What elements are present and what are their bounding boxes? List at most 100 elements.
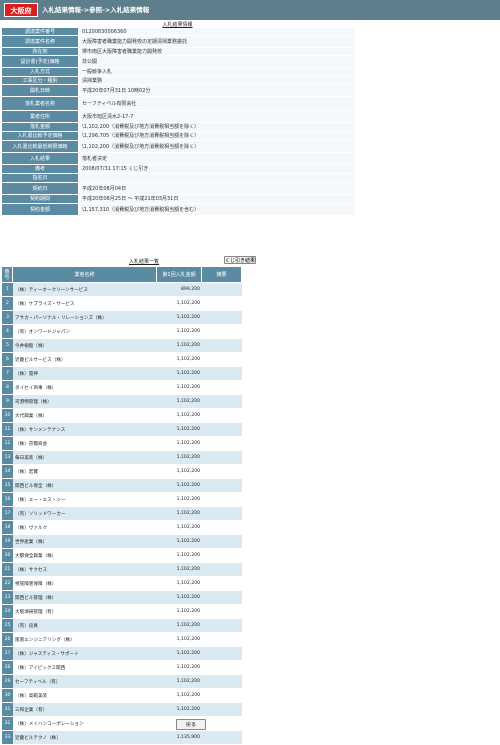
info-label: 入札結果: [2, 153, 78, 164]
bid-amount: 899,200: [157, 283, 202, 296]
row-number: 31: [2, 703, 13, 716]
table-row: 27 （株）ジャスティス・サポート 1,102,200: [2, 647, 242, 660]
info-label: 工事区分・種別: [2, 77, 78, 84]
bid-amount: 1,102,200: [157, 297, 202, 310]
row-number: 11: [2, 423, 13, 436]
info-value: セーフティベル有限会社: [79, 97, 355, 110]
table-row: 3 アサカ・パーソナル・リレーションズ（株） 1,102,200: [2, 311, 242, 324]
table-row: 9 司港物管理（株） 1,102,200: [2, 395, 242, 408]
bid-amount: 1,102,200: [157, 339, 202, 352]
table-row: 22 視覚障害保障（株） 1,102,200: [2, 577, 242, 590]
row-number: 12: [2, 437, 13, 450]
company-name: （株）雲神: [13, 367, 157, 380]
table-row: 28 （株）アイピックス関西 1,102,200: [2, 661, 242, 674]
row-number: 5: [2, 339, 13, 352]
table-row: 21 （株）サクセス 1,102,200: [2, 563, 242, 576]
row-number: 17: [2, 507, 13, 520]
table-row: 5 今井樹脂（株） 1,102,200: [2, 339, 242, 352]
info-label: 所在地: [2, 48, 78, 55]
remarks: [202, 661, 242, 674]
bid-amount: 1,102,200: [157, 437, 202, 450]
info-value: 一般競争入札: [79, 68, 355, 76]
row-number: 28: [2, 661, 13, 674]
company-name: （株）京都商会: [13, 437, 157, 450]
info-label: 備考: [2, 165, 78, 173]
remarks: [202, 339, 242, 352]
info-row: 契約期間 平成20年08月25日 ～ 平成21年03月31日: [2, 195, 355, 203]
info-value: 平成20年08月04日: [79, 183, 355, 194]
info-value: \1,296,705（消費税及び地方消費税相当額を除く）: [79, 132, 355, 140]
company-name: （株）ヴァルク: [13, 521, 157, 534]
bid-amount: 1,102,200: [157, 577, 202, 590]
table-row: 13 毎日美装（株） 1,102,200: [2, 451, 242, 464]
bid-amount: 1,102,200: [157, 507, 202, 520]
company-name: 大都保全興業（株）: [13, 549, 157, 562]
row-number: 6: [2, 353, 13, 366]
row-number: 1: [2, 283, 13, 296]
column-header-bid-amount: 第1回入札金額: [157, 267, 202, 282]
column-header-remarks: 摘要: [202, 267, 242, 282]
bid-amount: 1,102,200: [157, 591, 202, 604]
remarks: [202, 535, 242, 548]
info-row: 備考 2008/07/31 17:15 くじ引き: [2, 165, 355, 173]
remarks: [202, 591, 242, 604]
table-row: 30 （株）高範美装 1,102,200: [2, 689, 242, 702]
bid-amount: 1,102,200: [157, 479, 202, 492]
company-name: 阪南エンジニアリング（株）: [13, 633, 157, 646]
company-name: 大代興業（株）: [13, 409, 157, 422]
company-name: （有）オンワードジャパン: [13, 325, 157, 338]
row-number: 30: [2, 689, 13, 702]
remarks: [202, 577, 242, 590]
remarks: [202, 507, 242, 520]
company-name: 世界産業（株）: [13, 535, 157, 548]
lottery-result-button[interactable]: くじ引き結果: [224, 256, 256, 264]
table-row: 20 大都保全興業（株） 1,102,200: [2, 549, 242, 562]
bid-amount: 1,102,200: [157, 367, 202, 380]
company-name: （株）サンメンテナンス: [13, 423, 157, 436]
company-name: アサカ・パーソナル・リレーションズ（株）: [13, 311, 157, 324]
company-name: （株）メイハンコーポレーション: [13, 717, 157, 730]
remarks: [202, 437, 242, 450]
company-name: 近畿ビルテクノ（株）: [13, 731, 157, 744]
bid-amount: 1,102,200: [157, 563, 202, 576]
header-bar: 大阪府 入札結果情報->参照->入札結果情報: [0, 0, 500, 20]
bid-amount: 1,102,200: [157, 395, 202, 408]
company-name: 毎日美装（株）: [13, 451, 157, 464]
remarks: [202, 381, 242, 394]
info-label: 契約期間: [2, 195, 78, 203]
bid-amount: 1,102,200: [157, 353, 202, 366]
row-number: 26: [2, 633, 13, 646]
table-row: 6 近畿ビルサービス（株） 1,102,200: [2, 353, 242, 366]
row-number: 18: [2, 521, 13, 534]
info-value: 2008/07/31 17:15 くじ引き: [79, 165, 355, 173]
bid-info-table: 調達案件番号 01200830006360 調達案件名称 大阪障害者職業能力開発校の定…: [1, 27, 356, 216]
bid-amount: 1,102,200: [157, 521, 202, 534]
row-number: 16: [2, 493, 13, 506]
company-name: （有）ソリッドワーカー: [13, 507, 157, 520]
table-row: 16 （株）エー・エス・ジー 1,102,200: [2, 493, 242, 506]
table-row: 19 世界産業（株） 1,102,200: [2, 535, 242, 548]
bid-amount: 1,102,200: [157, 689, 202, 702]
info-label: 落札業者名称: [2, 97, 78, 110]
remarks: [202, 479, 242, 492]
info-row: 契約日 平成20年08月04日: [2, 183, 355, 194]
info-label: 開札日時: [2, 85, 78, 96]
column-header-number: 番号: [2, 267, 13, 282]
column-header-company: 業者名称: [13, 267, 157, 282]
bid-amount: 1,102,200: [157, 535, 202, 548]
prefecture-badge[interactable]: 大阪府: [4, 3, 38, 17]
remarks: [202, 409, 242, 422]
info-row: 入札書比較最低制限価格 \1,102,200（消費税及び地方消費税相当額を除く）: [2, 141, 355, 152]
row-number: 3: [2, 311, 13, 324]
remarks: [202, 297, 242, 310]
info-value: 01200830006360: [79, 28, 355, 35]
row-number: 13: [2, 451, 13, 464]
info-row: 調達案件名称 大阪障害者職業能力開発校の定期清掃業務委託: [2, 36, 355, 47]
bid-amount: 1,102,200: [157, 409, 202, 422]
back-button[interactable]: 戻る: [176, 719, 206, 730]
row-number: 2: [2, 297, 13, 310]
table-row: 4 （有）オンワードジャパン 1,102,200: [2, 325, 242, 338]
remarks: [202, 423, 242, 436]
row-number: 23: [2, 591, 13, 604]
company-name: 関西ビル管理（株）: [13, 591, 157, 604]
